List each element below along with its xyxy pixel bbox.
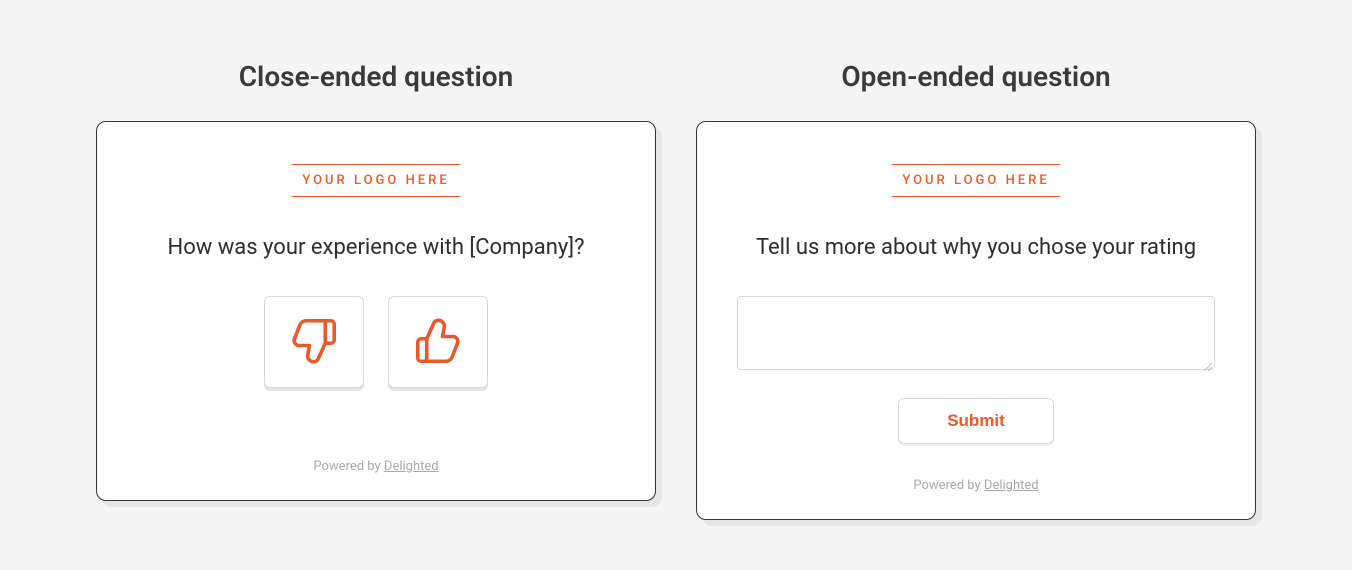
thumbs-up-icon (411, 314, 465, 371)
open-ended-title: Open-ended question (841, 60, 1110, 93)
footer-prefix: Powered by (913, 478, 984, 493)
thumb-row (264, 296, 488, 388)
textarea-wrap (737, 296, 1215, 398)
thumbs-down-icon (287, 314, 341, 371)
powered-by-footer: Powered by Delighted (913, 478, 1038, 493)
logo-placeholder: YOUR LOGO HERE (292, 164, 459, 197)
logo-placeholder: YOUR LOGO HERE (892, 164, 1059, 197)
open-ended-column: Open-ended question YOUR LOGO HERE Tell … (696, 60, 1256, 520)
open-ended-question: Tell us more about why you chose your ra… (756, 235, 1196, 260)
powered-by-footer: Powered by Delighted (313, 459, 438, 474)
close-ended-column: Close-ended question YOUR LOGO HERE How … (96, 60, 656, 501)
feedback-textarea[interactable] (737, 296, 1215, 370)
close-ended-title: Close-ended question (239, 60, 514, 93)
submit-button[interactable]: Submit (898, 398, 1054, 444)
close-ended-question: How was your experience with [Company]? (168, 235, 585, 260)
close-ended-card: YOUR LOGO HERE How was your experience w… (96, 121, 656, 501)
delighted-link[interactable]: Delighted (984, 478, 1039, 493)
delighted-link[interactable]: Delighted (384, 459, 439, 474)
open-ended-card: YOUR LOGO HERE Tell us more about why yo… (696, 121, 1256, 520)
footer-prefix: Powered by (313, 459, 384, 474)
thumbs-down-button[interactable] (264, 296, 364, 388)
thumbs-up-button[interactable] (388, 296, 488, 388)
